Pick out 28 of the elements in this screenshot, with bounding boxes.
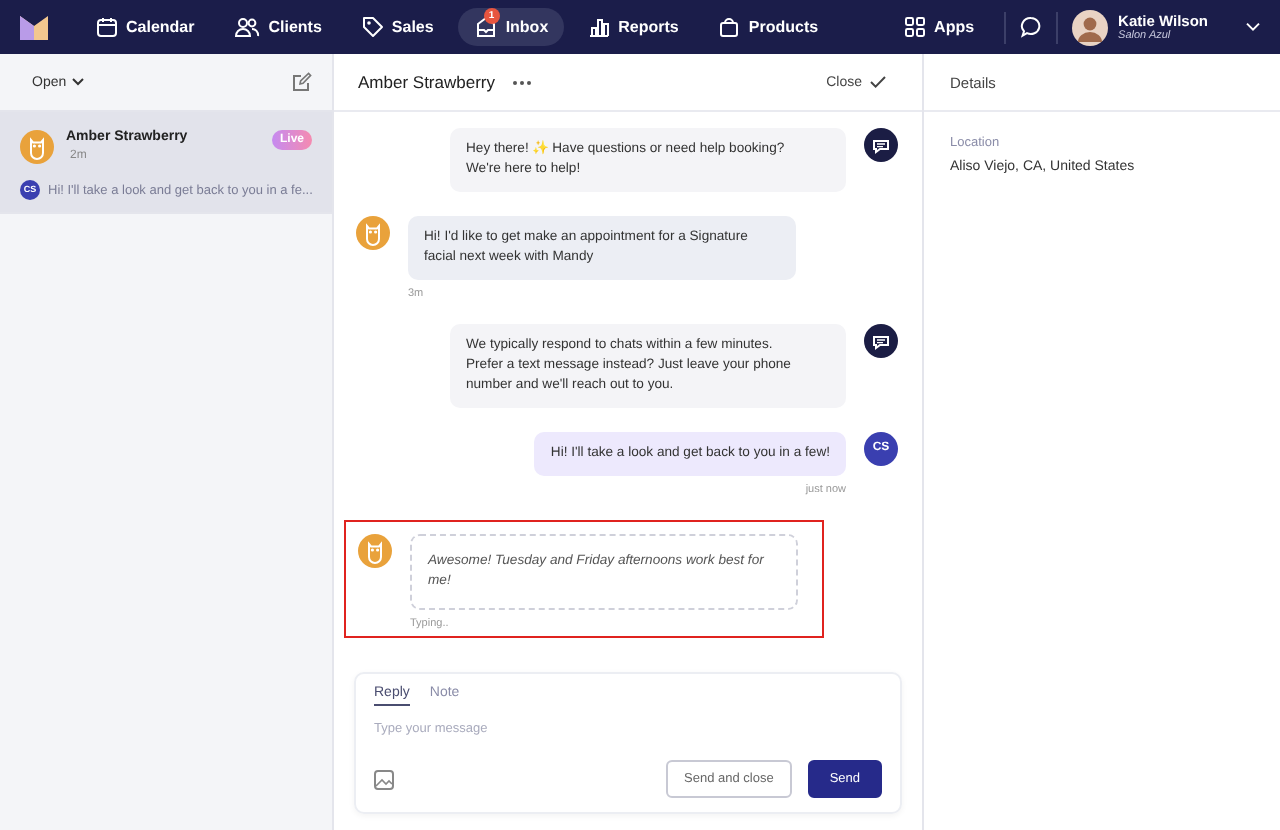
owl-avatar-icon: [358, 534, 392, 568]
logo-icon[interactable]: [20, 15, 48, 39]
compose-icon[interactable]: [292, 72, 312, 92]
chat-icon[interactable]: [1020, 16, 1043, 38]
nav-tab[interactable]: Reports: [572, 8, 695, 46]
chat-bubble-avatar-icon: [864, 128, 898, 162]
image-icon[interactable]: [374, 769, 394, 789]
chevron-down-icon: [72, 78, 85, 86]
inbox-icon: [473, 16, 498, 38]
tag-icon: [361, 16, 384, 38]
owl-avatar-icon: [20, 130, 54, 164]
nav-tab[interactable]: Calendar: [80, 8, 211, 46]
checkmark-icon: [870, 76, 886, 88]
people-icon: [234, 16, 261, 38]
nav-tab[interactable]: Products: [702, 8, 835, 46]
grid-icon: [904, 16, 927, 38]
nav-tab[interactable]: Clients: [218, 8, 338, 46]
avatar-icon: [1072, 9, 1109, 45]
shopping-bag-icon: [718, 16, 741, 38]
chevron-down-icon[interactable]: [1246, 22, 1260, 32]
more-options-icon[interactable]: [511, 79, 531, 85]
nav-tab[interactable]: Sales: [345, 8, 450, 46]
conversation-title: Amber Strawberry: [358, 72, 495, 92]
bar-chart-icon: [588, 16, 611, 38]
chat-bubble-avatar-icon: [864, 324, 898, 358]
owl-avatar-icon: [356, 216, 390, 250]
apps-button[interactable]: Apps: [888, 8, 991, 46]
calendar-icon: [96, 16, 118, 38]
